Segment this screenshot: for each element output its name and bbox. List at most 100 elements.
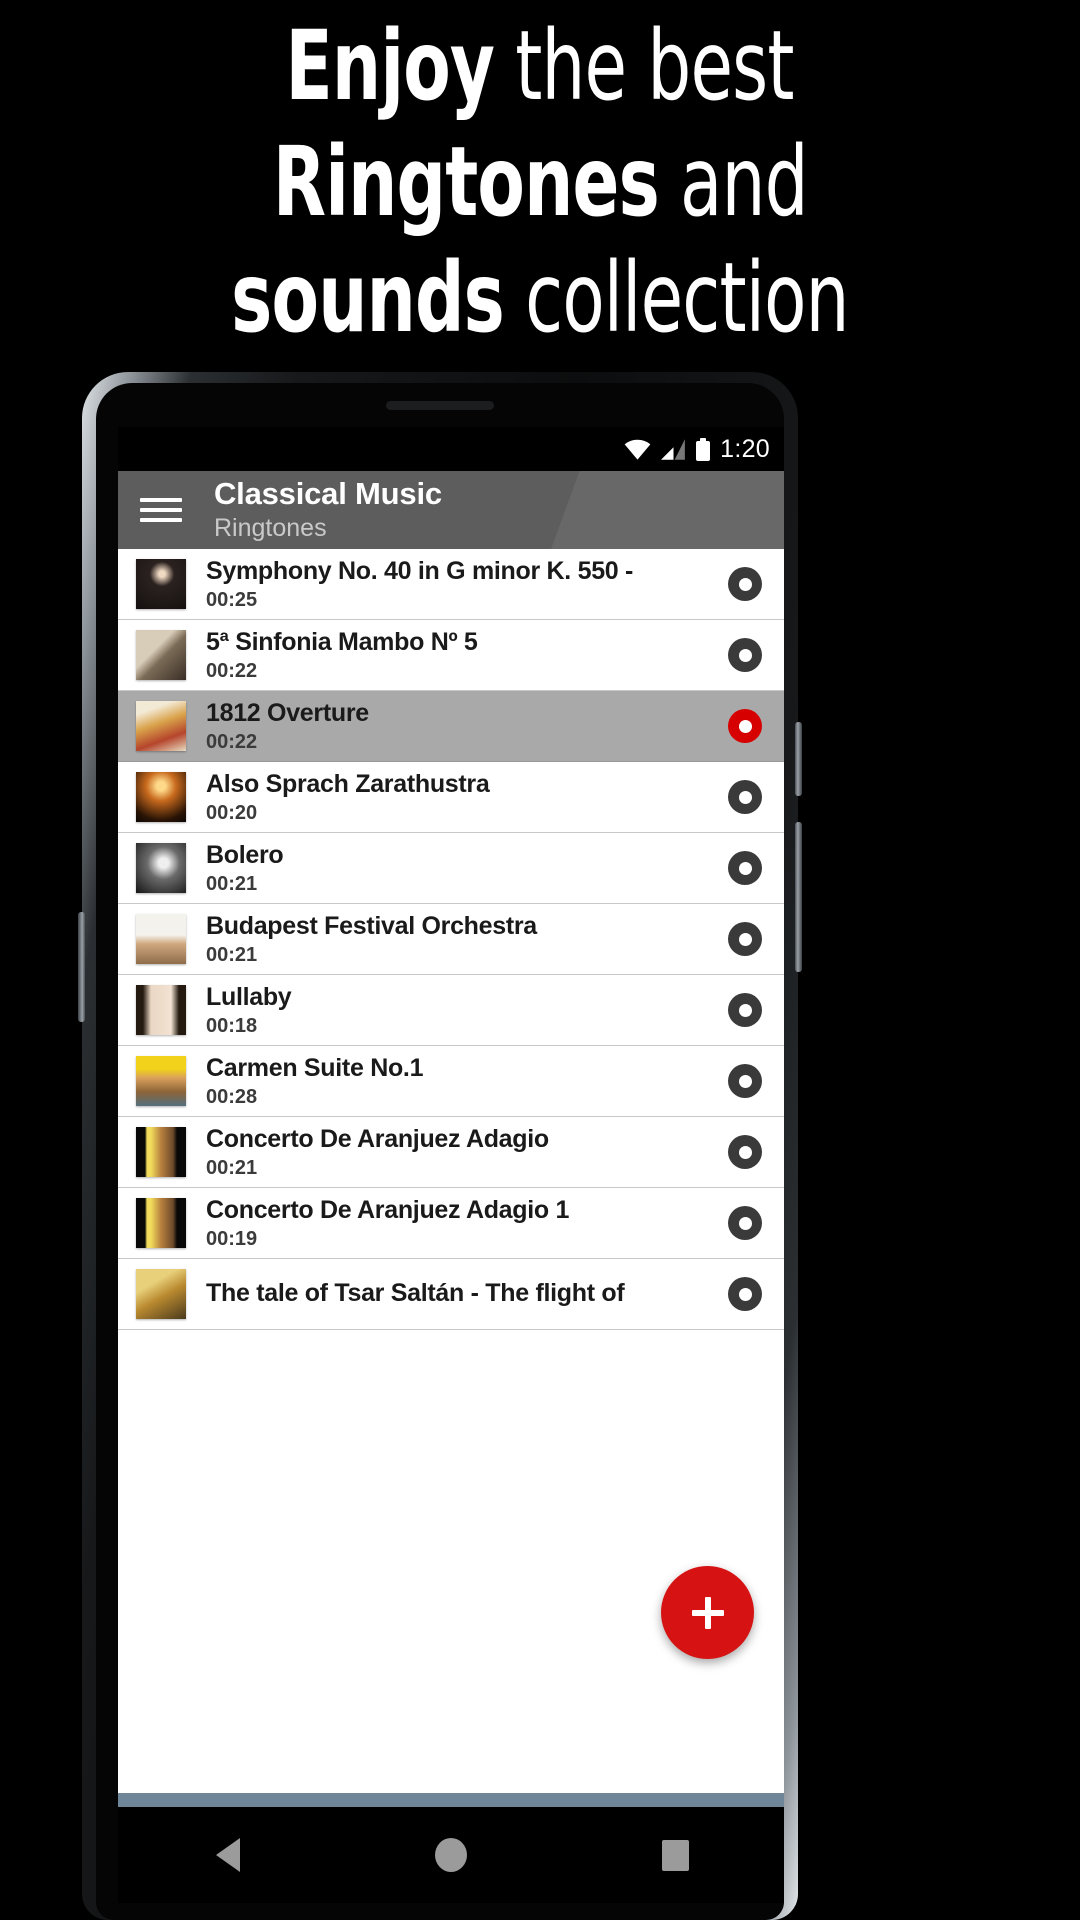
ringtone-meta: Concerto De Aranjuez Adagio 1 00:19 [206, 1196, 728, 1251]
ringtone-row[interactable]: Concerto De Aranjuez Adagio 00:21 [118, 1117, 784, 1188]
ringtone-title: Carmen Suite No.1 [206, 1053, 424, 1082]
album-art-image [136, 630, 186, 680]
album-art-thumbnail [136, 701, 186, 751]
ringtone-title: Budapest Festival Orchestra [206, 911, 537, 940]
ringtone-row[interactable]: Bolero 00:21 [118, 833, 784, 904]
ringtone-title: Also Sprach Zarathustra [206, 769, 490, 798]
android-navigation-bar [118, 1807, 784, 1903]
album-art-image [136, 1198, 186, 1248]
ringtone-row[interactable]: Concerto De Aranjuez Adagio 1 00:19 [118, 1188, 784, 1259]
album-art-image [136, 985, 186, 1035]
ringtone-title: Concerto De Aranjuez Adagio [206, 1124, 549, 1153]
ringtone-title: 1812 Overture [206, 698, 369, 727]
album-art-thumbnail [136, 1198, 186, 1248]
album-art-image [136, 701, 186, 751]
radio-button[interactable] [728, 1206, 762, 1240]
headline-line-1-rest: the best [494, 10, 795, 122]
ringtone-list[interactable]: Symphony No. 40 in G minor K. 550 - 00:25… [118, 549, 784, 1330]
album-art-image [136, 1127, 186, 1177]
ringtone-row[interactable]: Also Sprach Zarathustra 00:20 [118, 762, 784, 833]
ringtone-meta: Lullaby 00:18 [206, 983, 728, 1038]
ringtone-row[interactable]: Budapest Festival Orchestra 00:21 [118, 904, 784, 975]
ringtone-row[interactable]: The tale of Tsar Saltán - The flight of [118, 1259, 784, 1330]
album-art-image [136, 1269, 186, 1319]
ringtone-row[interactable]: 5ª Sinfonia Mambo Nº 5 00:22 [118, 620, 784, 691]
headline-line-3-rest: collection [504, 242, 849, 354]
recents-square-icon[interactable] [661, 1839, 689, 1871]
radio-button[interactable] [728, 638, 762, 672]
radio-button[interactable] [728, 1277, 762, 1311]
radio-button[interactable] [728, 1064, 762, 1098]
headline-line-3-bold: sounds [231, 242, 505, 354]
ringtone-row[interactable]: Carmen Suite No.1 00:28 [118, 1046, 784, 1117]
album-art-thumbnail [136, 772, 186, 822]
back-triangle-icon[interactable] [215, 1838, 240, 1872]
promo-screenshot: Enjoy the best Ringtones and sounds coll… [0, 0, 1080, 1920]
album-art-thumbnail [136, 630, 186, 680]
side-button-left [78, 912, 85, 1022]
page-title: Classical Music [214, 476, 442, 511]
album-art-image [136, 772, 186, 822]
status-bar: 1:20 [118, 427, 784, 471]
ringtone-meta: Symphony No. 40 in G minor K. 550 - 00:25 [206, 557, 728, 612]
promo-headline: Enjoy the best Ringtones and sounds coll… [0, 0, 1080, 360]
ringtone-title: Concerto De Aranjuez Adagio 1 [206, 1195, 570, 1224]
headline-line-2-rest: and [658, 126, 808, 238]
ringtone-meta: Budapest Festival Orchestra 00:21 [206, 912, 728, 967]
ringtone-meta: Also Sprach Zarathustra 00:20 [206, 770, 728, 825]
battery-icon [696, 437, 711, 461]
plus-icon [691, 1596, 724, 1629]
ringtone-duration: 00:21 [206, 872, 258, 895]
ringtone-title: Bolero [206, 840, 284, 869]
radio-button[interactable] [728, 780, 762, 814]
radio-button[interactable] [728, 1135, 762, 1169]
album-art-image [136, 914, 186, 964]
ringtone-row[interactable]: Symphony No. 40 in G minor K. 550 - 00:25 [118, 549, 784, 620]
ringtone-duration: 00:25 [206, 588, 258, 611]
ringtone-row[interactable]: Lullaby 00:18 [118, 975, 784, 1046]
ringtone-duration: 00:21 [206, 943, 258, 966]
radio-button-selected[interactable] [728, 709, 762, 743]
earpiece-speaker [386, 401, 494, 410]
status-bar-clock: 1:20 [720, 434, 770, 463]
ringtone-duration: 00:21 [206, 1156, 258, 1179]
album-art-image [136, 559, 186, 609]
ringtone-meta: Carmen Suite No.1 00:28 [206, 1054, 728, 1109]
ringtone-duration: 00:22 [206, 730, 258, 753]
app-screen: 1:20 Classical Music Ringtones Symphony … [118, 427, 784, 1807]
ringtone-title: The tale of Tsar Saltán - The flight of [206, 1278, 625, 1307]
radio-button[interactable] [728, 922, 762, 956]
ringtone-title: Symphony No. 40 in G minor K. 550 - [206, 556, 634, 585]
cellular-signal-icon [661, 438, 686, 460]
wifi-icon [624, 439, 651, 460]
home-circle-icon[interactable] [434, 1838, 467, 1872]
app-bar: Classical Music Ringtones [118, 471, 784, 549]
phone-mockup: 1:20 Classical Music Ringtones Symphony … [78, 372, 802, 1920]
ringtone-meta: Bolero 00:21 [206, 841, 728, 896]
bottom-accent-strip [118, 1793, 784, 1807]
headline-line-2-bold: Ringtones [272, 126, 660, 238]
ringtone-meta: 5ª Sinfonia Mambo Nº 5 00:22 [206, 628, 728, 683]
album-art-thumbnail [136, 914, 186, 964]
radio-button[interactable] [728, 851, 762, 885]
power-button [795, 822, 802, 972]
hamburger-menu-icon[interactable] [140, 495, 182, 525]
add-ringtone-fab[interactable] [661, 1566, 754, 1659]
headline-line-3: sounds collection [231, 240, 849, 356]
radio-button[interactable] [728, 567, 762, 601]
page-subtitle: Ringtones [214, 514, 327, 542]
album-art-thumbnail [136, 843, 186, 893]
ringtone-duration: 00:28 [206, 1085, 258, 1108]
album-art-thumbnail [136, 1127, 186, 1177]
ringtone-meta: Concerto De Aranjuez Adagio 00:21 [206, 1125, 728, 1180]
ringtone-meta: The tale of Tsar Saltán - The flight of [206, 1279, 728, 1310]
app-bar-titles: Classical Music Ringtones [214, 477, 442, 543]
headline-line-1: Enjoy the best [285, 8, 795, 124]
ringtone-row[interactable]: 1812 Overture 00:22 [118, 691, 784, 762]
headline-line-1-bold: Enjoy [285, 10, 495, 122]
volume-button [795, 722, 802, 796]
radio-button[interactable] [728, 993, 762, 1027]
ringtone-duration: 00:22 [206, 659, 258, 682]
ringtone-title: Lullaby [206, 982, 292, 1011]
headline-line-2: Ringtones and [272, 124, 809, 240]
